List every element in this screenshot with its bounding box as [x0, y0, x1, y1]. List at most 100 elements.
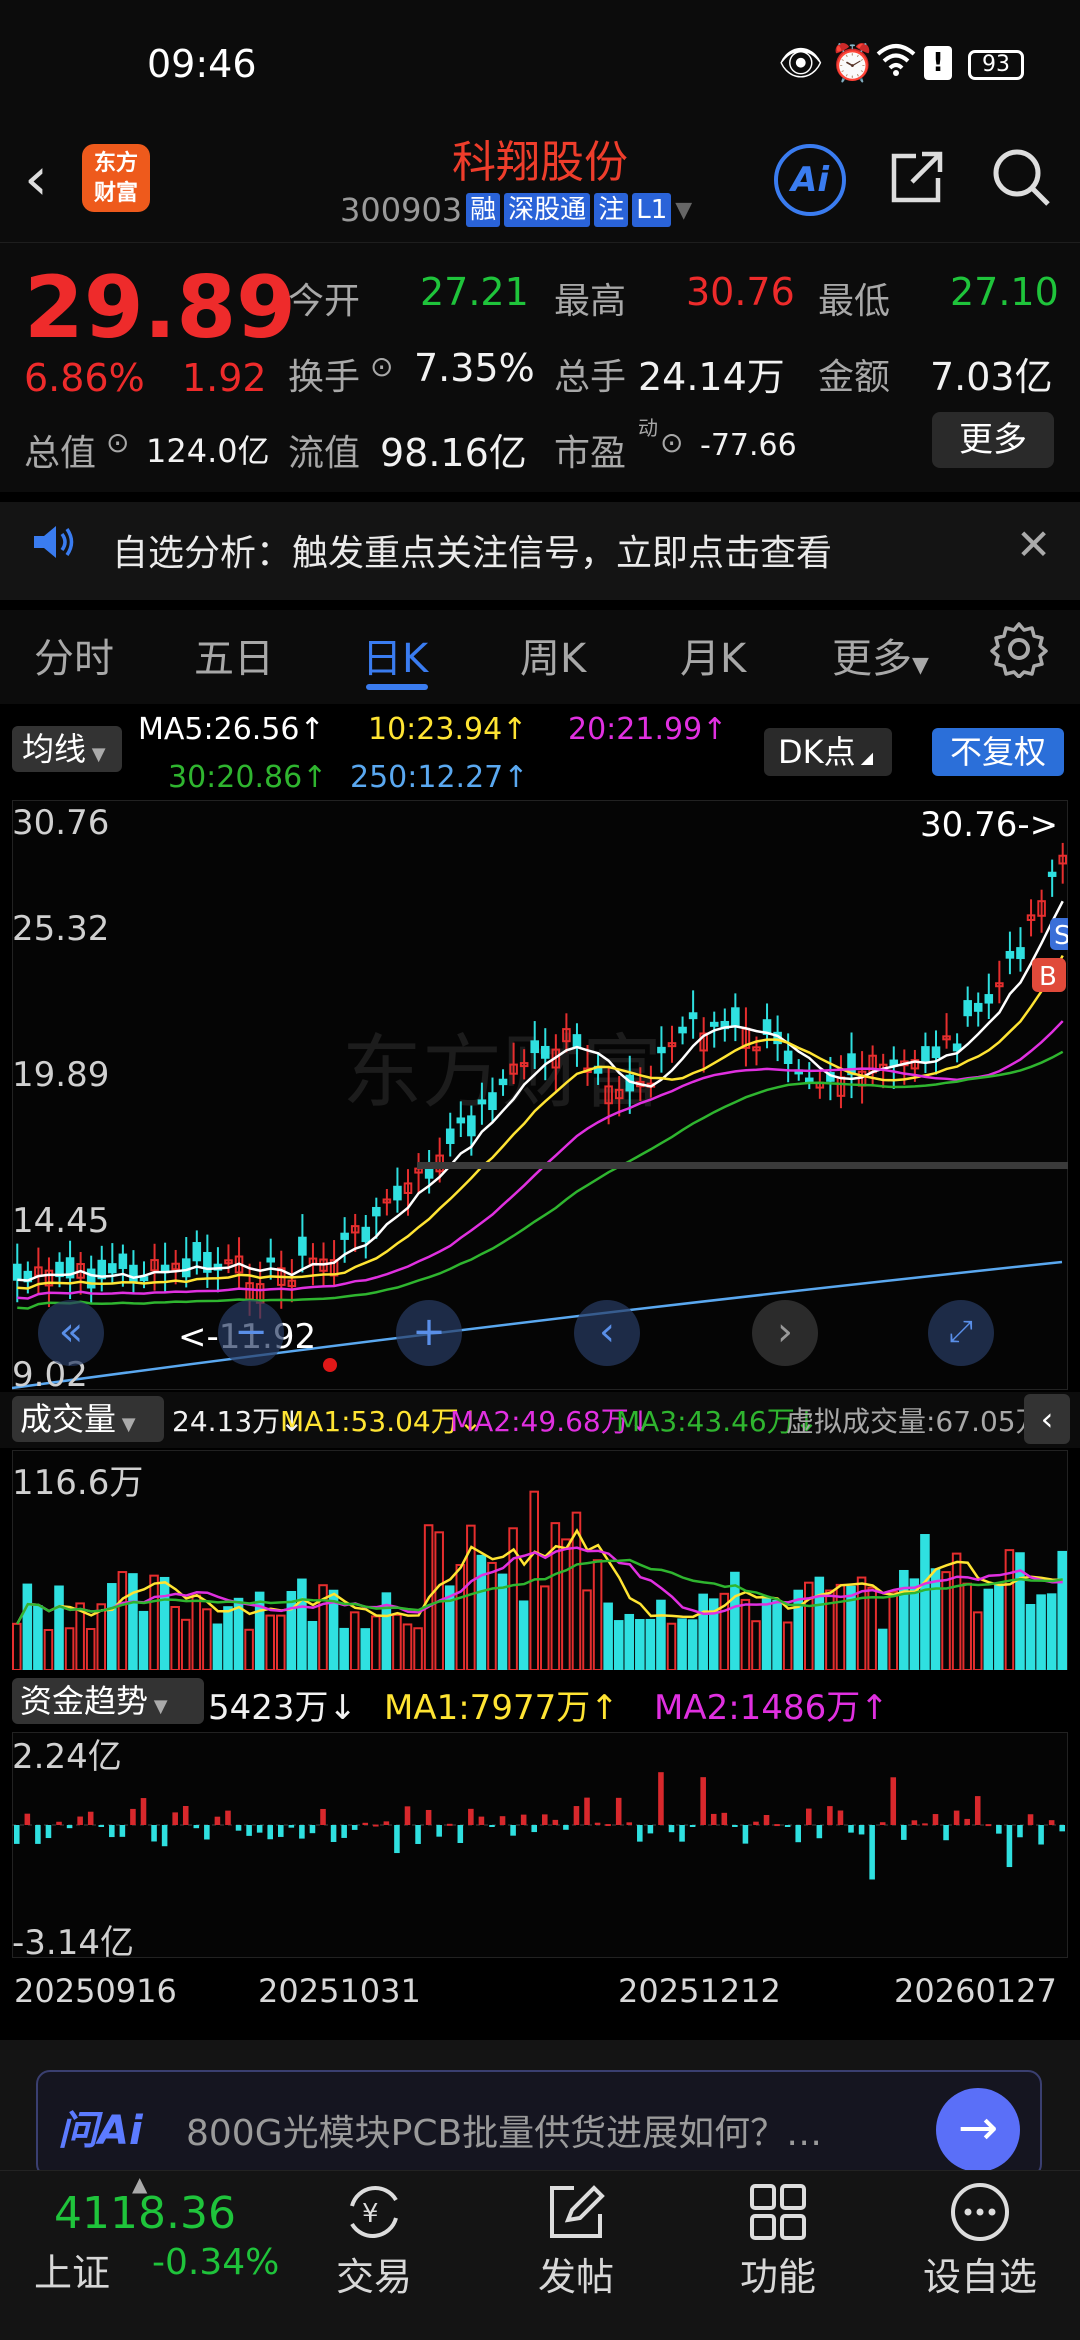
fund-bar: [742, 1825, 749, 1844]
tab-monthly-k[interactable]: 月K: [680, 626, 746, 684]
dk-point-button[interactable]: DK点 ◢: [764, 728, 892, 776]
stock-name[interactable]: 科翔股份: [300, 130, 780, 196]
fund-bar: [964, 1818, 970, 1825]
gear-icon[interactable]: [990, 620, 1048, 679]
app-logo[interactable]: 东方 财富: [82, 144, 150, 212]
tab-daily-k[interactable]: 日K: [362, 626, 428, 684]
ai-button[interactable]: Ai: [774, 144, 846, 216]
more-dots-icon[interactable]: [948, 2180, 1012, 2244]
corner-icon: ◢: [855, 748, 874, 767]
fund-bar: [383, 1821, 390, 1825]
ma30-value: 30:20.86↑: [168, 760, 328, 795]
candle-body: [963, 1000, 972, 1017]
info-icon[interactable]: ⊙: [370, 350, 393, 383]
fund-bar: [573, 1806, 580, 1825]
tab-five-day[interactable]: 五日: [194, 626, 274, 684]
fund-bar: [594, 1822, 601, 1825]
candle-body: [181, 1258, 191, 1278]
volume-bar: [138, 1610, 149, 1670]
scroll-right-icon[interactable]: ›: [752, 1300, 818, 1366]
back-icon[interactable]: ‹: [24, 144, 48, 214]
fund-bar: [457, 1825, 464, 1844]
fullscreen-icon[interactable]: ⤢: [928, 1300, 994, 1366]
fund-bar: [985, 1824, 992, 1827]
nav-add-watchlist[interactable]: 设自选: [910, 2246, 1050, 2301]
fund-bar: [320, 1808, 326, 1825]
fund-bar: [267, 1825, 273, 1840]
nav-trade[interactable]: 交易: [304, 2246, 444, 2301]
stock-subtitle[interactable]: 300903 融 深股通 注 L1 ▼: [340, 190, 692, 230]
fund-flow-dropdown[interactable]: 资金趋势 ▼: [12, 1678, 204, 1724]
ask-ai-prompt[interactable]: 800G光模块PCB批量供货进展如何？…: [186, 2104, 926, 2156]
arrow-right-icon[interactable]: →: [936, 2088, 1020, 2172]
fund-bar: [278, 1825, 284, 1837]
index-change[interactable]: -0.34%: [152, 2242, 279, 2283]
info-icon[interactable]: ⊙: [660, 426, 683, 459]
date-label: 20251031: [258, 1972, 421, 2010]
fund-bar: [172, 1812, 178, 1825]
amount-value: 7.03亿: [930, 355, 1053, 399]
fund-bar: [584, 1797, 590, 1825]
grid-icon[interactable]: [746, 2180, 810, 2244]
stock-code: 300903: [340, 191, 463, 229]
last-price: 29.89: [24, 258, 297, 358]
notice-text[interactable]: 自选分析：触发重点关注信号，立即点击查看: [112, 524, 832, 576]
fund-bar: [98, 1825, 105, 1827]
scroll-left-fast-icon[interactable]: «: [38, 1300, 104, 1366]
open-value: 27.21: [420, 270, 529, 314]
volume-dropdown[interactable]: 成交量 ▼: [12, 1396, 164, 1442]
dropdown-icon: ▼: [86, 744, 106, 765]
volume-bar: [761, 1597, 772, 1670]
fund-bar: [668, 1825, 675, 1833]
volume-button-label: 成交量: [20, 1400, 117, 1438]
ask-ai-logo: 问Ai: [58, 2108, 143, 2154]
fund-bar: [1006, 1825, 1013, 1868]
tab-more[interactable]: 更多▼: [832, 626, 929, 684]
tab-weekly-k[interactable]: 周K: [520, 626, 586, 684]
nav-functions[interactable]: 功能: [708, 2246, 848, 2301]
float-value-label: 流值: [288, 433, 361, 474]
adjust-button[interactable]: 不复权: [932, 728, 1064, 776]
fund-bar: [204, 1825, 210, 1840]
volume-bar: [212, 1623, 223, 1670]
volume-bar: [223, 1606, 233, 1670]
volume-bar: [286, 1590, 297, 1670]
zoom-in-icon[interactable]: +: [396, 1300, 462, 1366]
high-label: 最高: [554, 281, 627, 322]
tab-intraday[interactable]: 分时: [34, 626, 114, 684]
fund-bar: [816, 1825, 823, 1839]
zoom-out-icon[interactable]: −: [218, 1300, 284, 1366]
amount-label: 金额: [818, 357, 891, 398]
event-dot[interactable]: [323, 1358, 337, 1372]
candle-body: [266, 1257, 276, 1263]
fund-bar: [425, 1809, 432, 1825]
dropdown-icon: ▼: [116, 1414, 136, 1435]
fund-bar: [615, 1797, 622, 1825]
volume-bar: [1046, 1593, 1057, 1670]
close-icon[interactable]: ✕: [1016, 520, 1051, 569]
scroll-left-icon[interactable]: ‹: [574, 1300, 640, 1366]
search-icon[interactable]: [990, 146, 1052, 208]
volume-bar: [254, 1591, 265, 1670]
ma-dropdown[interactable]: 均线 ▼: [12, 726, 122, 772]
fund-bar: [879, 1822, 886, 1825]
volume-chart[interactable]: 116.6万: [12, 1450, 1068, 1670]
fund-bar: [848, 1825, 854, 1833]
collapse-icon[interactable]: ‹: [1024, 1394, 1070, 1444]
kline-chart[interactable]: 东方财富 30.76 25.32 19.89 14.45 9.02 30.76-…: [12, 800, 1068, 1390]
trade-icon[interactable]: ¥: [342, 2180, 406, 2244]
index-value[interactable]: 4118.36: [54, 2188, 236, 2239]
share-icon[interactable]: [886, 148, 946, 208]
fund-bar: [330, 1825, 337, 1842]
candle-body: [931, 1046, 941, 1059]
post-icon[interactable]: [544, 2180, 608, 2244]
more-button[interactable]: 更多: [932, 412, 1054, 468]
ma-button-label: 均线: [22, 730, 87, 768]
fund-bar: [943, 1825, 949, 1841]
nav-post[interactable]: 发帖: [506, 2246, 646, 2301]
fund-flow-chart[interactable]: 2.24亿 -3.14亿: [12, 1732, 1068, 1958]
ma5-value: MA5:26.56↑: [138, 712, 325, 747]
fund-bar: [901, 1825, 907, 1840]
info-icon[interactable]: ⊙: [106, 426, 129, 459]
index-name[interactable]: 上证: [34, 2242, 110, 2297]
